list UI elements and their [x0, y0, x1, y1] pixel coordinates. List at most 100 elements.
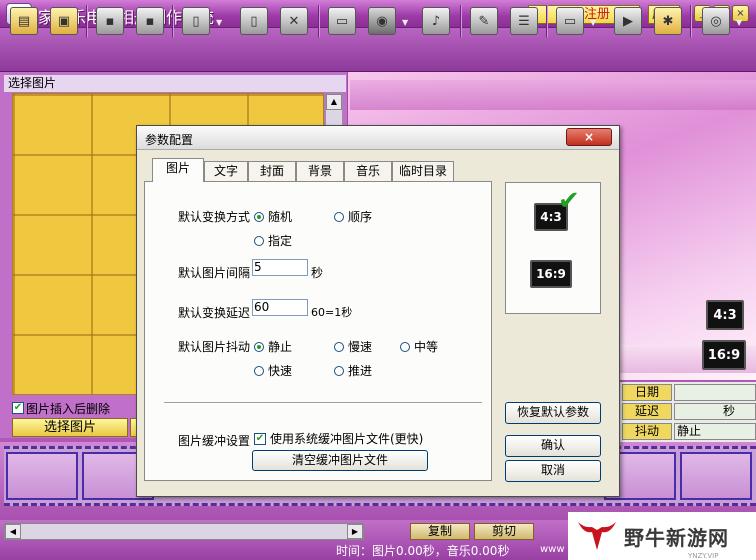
preview-ratio-169-icon[interactable]: 16:9 [702, 340, 746, 370]
scroll-left-icon[interactable]: ◀ [5, 524, 21, 539]
delete-page-icon: ✕ [280, 7, 308, 35]
new-album-icon: ▤ [10, 7, 38, 35]
transition-random-label: 随机 [268, 210, 293, 224]
interval-input[interactable]: 5 [252, 259, 308, 276]
radio-icon[interactable] [334, 212, 344, 222]
page-setup-dropdown-icon[interactable]: ▼ [216, 18, 224, 28]
jitter-push-option[interactable]: 推进 [334, 362, 372, 379]
screen-dropdown-icon[interactable]: ▼ [590, 18, 598, 28]
transition-mode-label: 默认变换方式 [178, 210, 251, 224]
radio-icon[interactable] [254, 236, 264, 246]
video-icon: ▶ [614, 7, 642, 35]
ok-button[interactable]: 确认 [505, 435, 601, 457]
divider [164, 402, 482, 404]
jitter-static-option[interactable]: 静止 [254, 338, 292, 355]
transition-random-option[interactable]: 随机 [254, 208, 292, 225]
open-photos-icon: ▣ [50, 7, 78, 35]
toolbar-separator [172, 5, 174, 37]
radio-selected-icon[interactable] [254, 212, 264, 222]
delete-after-insert-checkbox[interactable]: ✔ [12, 402, 24, 414]
scroll-right-icon[interactable]: ▶ [347, 524, 363, 539]
print-preview-icon: ▯ [240, 7, 268, 35]
screen-icon: ▭ [556, 7, 584, 35]
delay-unit: 60=1秒 [311, 306, 353, 319]
disc-dropdown-icon[interactable]: ▼ [402, 18, 410, 28]
jitter-fast-option[interactable]: 快速 [254, 362, 292, 379]
delete-after-insert-label: 图片插入后删除 [26, 401, 111, 416]
jitter-setting-label: 默认图片抖动 [178, 340, 251, 354]
jitter-field[interactable]: 静止 [674, 423, 756, 440]
filmstrip-scrollbar[interactable]: ◀ ▶ [4, 523, 364, 540]
date-field[interactable] [674, 384, 756, 401]
radio-icon[interactable] [334, 366, 344, 376]
save-as-button[interactable]: ▪ [134, 3, 166, 39]
music-button[interactable]: ♪ [420, 3, 452, 39]
film-frame[interactable] [680, 452, 752, 500]
tab-cover[interactable]: 封面 [248, 161, 296, 181]
cd-dropdown-icon[interactable]: ▼ [736, 18, 744, 28]
film-frame[interactable] [6, 452, 78, 500]
tab-music[interactable]: 音乐 [344, 161, 392, 181]
toolbar-separator [546, 5, 548, 37]
copy-button[interactable]: 复制 [410, 523, 470, 540]
delay-input[interactable]: 60 [252, 299, 308, 316]
delay-label: 延迟 [622, 403, 672, 420]
ratio-169-icon[interactable]: 16:9 [530, 260, 572, 288]
status-time-text: 时间：图片0.00秒，音乐0.00秒 [336, 544, 510, 558]
status-url: www [540, 544, 565, 555]
delete-after-insert-option[interactable]: ✔ 图片插入后删除 [12, 400, 110, 416]
radio-icon[interactable] [334, 342, 344, 352]
preview-ratio-43-icon[interactable]: 4:3 [706, 300, 744, 330]
disc-button[interactable]: ◉ [366, 3, 398, 39]
cd-button[interactable]: ◎ [700, 3, 732, 39]
new-album-button[interactable]: ▤ [8, 3, 40, 39]
cache-checkbox[interactable]: ✔ [254, 432, 266, 445]
transition-sequential-label: 顺序 [348, 210, 373, 224]
radio-icon[interactable] [400, 342, 410, 352]
tab-temp-dir[interactable]: 临时目录 [392, 161, 454, 181]
bull-logo-icon [578, 522, 616, 550]
delete-page-button[interactable]: ✕ [278, 3, 310, 39]
radio-selected-icon[interactable] [254, 342, 264, 352]
check-mark-icon: ✔ [558, 186, 580, 216]
cut-button[interactable]: 剪切 [474, 523, 534, 540]
palette-icon: ✱ [654, 7, 682, 35]
scroll-up-icon[interactable]: ▲ [326, 94, 342, 110]
print-preview-button[interactable]: ▯ [238, 3, 270, 39]
transition-specified-option[interactable]: 指定 [254, 232, 292, 249]
export-button[interactable]: ✎ [468, 3, 500, 39]
tab-text[interactable]: 文字 [204, 161, 248, 181]
restore-defaults-button[interactable]: 恢复默认参数 [505, 402, 601, 424]
select-photo-button[interactable]: 选择图片 [12, 418, 128, 437]
list-button[interactable]: ☰ [508, 3, 540, 39]
jitter-fast-label: 快速 [268, 364, 293, 378]
jitter-label: 抖动 [622, 423, 672, 440]
disc-icon: ◉ [368, 7, 396, 35]
jitter-medium-option[interactable]: 中等 [400, 338, 438, 355]
toolbar-separator [690, 5, 692, 37]
interval-label: 默认图片间隔 [178, 266, 251, 280]
dialog-close-button[interactable]: × [566, 128, 612, 146]
video-button[interactable]: ▶ [612, 3, 644, 39]
delay-field[interactable]: 秒 [674, 403, 756, 420]
palette-button[interactable]: ✱ [652, 3, 684, 39]
page-setup-button[interactable]: ▯ [180, 3, 212, 39]
transition-sequential-option[interactable]: 顺序 [334, 208, 372, 225]
cache-option[interactable]: ✔ 使用系统缓冲图片文件(更快) [254, 430, 423, 447]
watermark-subtext: YNZY.VIP [688, 552, 719, 560]
jitter-slow-option[interactable]: 慢速 [334, 338, 372, 355]
screen-button[interactable]: ▭ [554, 3, 586, 39]
open-photos-button[interactable]: ▣ [48, 3, 80, 39]
jitter-medium-label: 中等 [414, 340, 439, 354]
jitter-static-label: 静止 [268, 340, 293, 354]
watermark: 野牛新游网 YNZY.VIP [568, 512, 756, 560]
cache-setting-label: 图片缓冲设置 [178, 434, 251, 448]
radio-icon[interactable] [254, 366, 264, 376]
clear-cache-button[interactable]: 清空缓冲图片文件 [252, 450, 428, 471]
preview-button[interactable]: ▭ [326, 3, 358, 39]
tab-photo[interactable]: 图片 [152, 158, 204, 182]
save-icon: ▪ [96, 7, 124, 35]
tab-background[interactable]: 背景 [296, 161, 344, 181]
save-button[interactable]: ▪ [94, 3, 126, 39]
cancel-button[interactable]: 取消 [505, 460, 601, 482]
